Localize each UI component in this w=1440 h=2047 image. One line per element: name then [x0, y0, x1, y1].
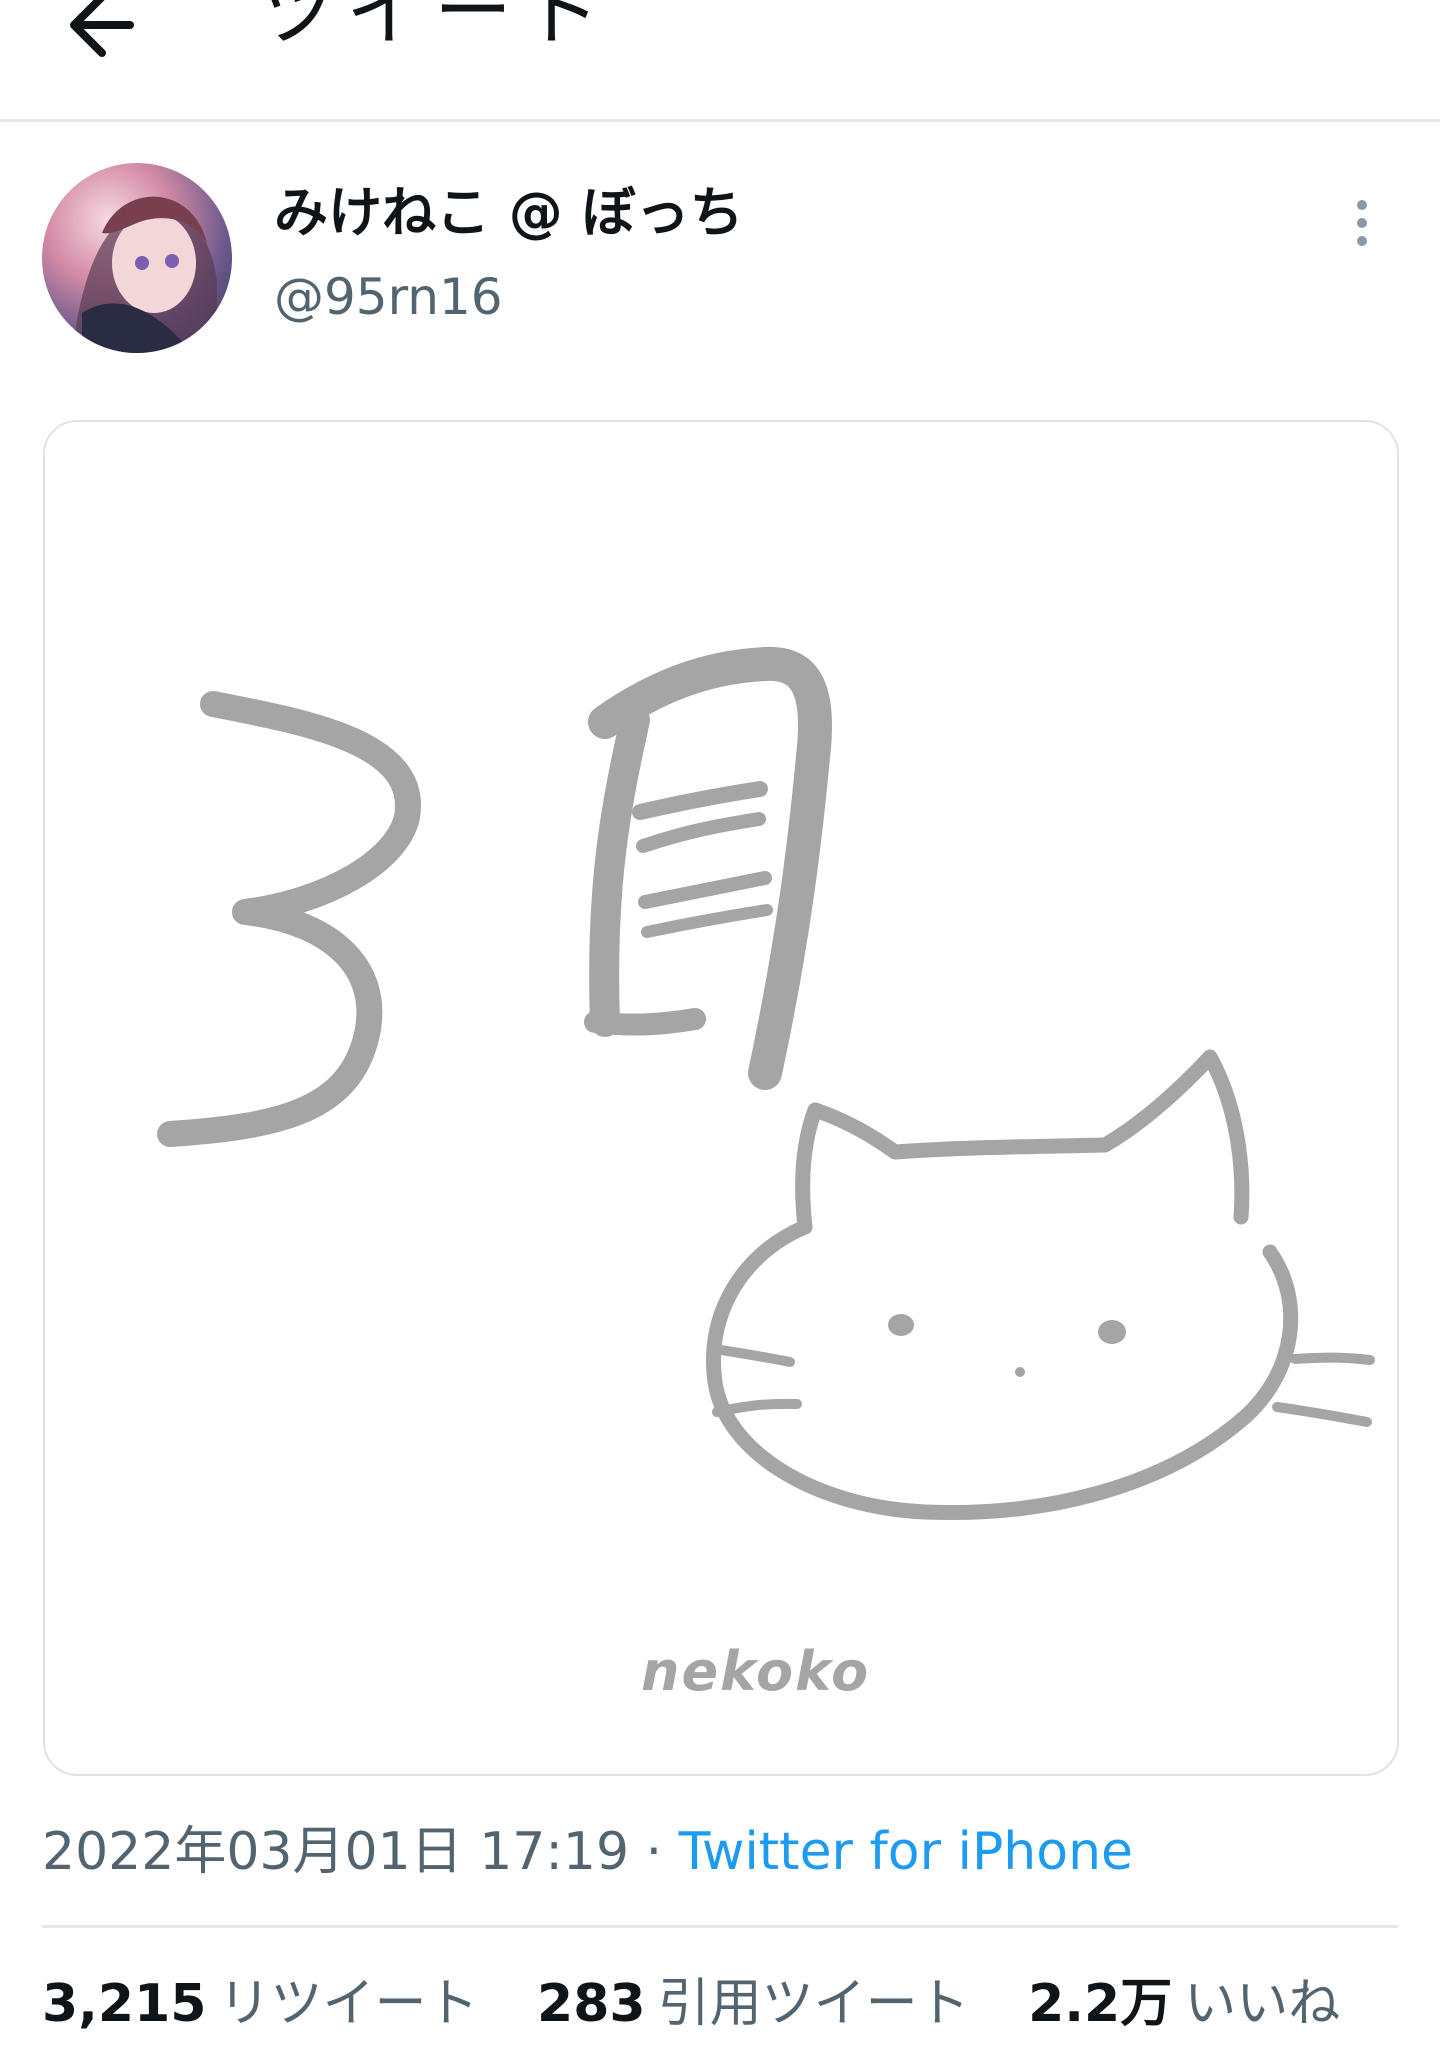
likes-stat[interactable]: 2.2万 いいね — [1028, 1972, 1340, 2036]
cat-face-drawing — [706, 1049, 1375, 1520]
quotes-stat[interactable]: 283 引用ツイート — [537, 1972, 970, 2036]
divider — [42, 1925, 1398, 1928]
quotes-count: 283 — [537, 1974, 646, 2034]
avatar-illustration — [72, 196, 217, 353]
image-watermark: nekoko — [641, 1640, 871, 1703]
tweet-author: みけねこ @ ぼっち @95rn16 — [42, 163, 1402, 353]
more-vertical-icon — [1357, 200, 1367, 246]
tweet-stats: 3,215 リツイート 283 引用ツイート 2.2万 いいね — [42, 1972, 1382, 2036]
retweets-count: 3,215 — [42, 1974, 207, 2034]
display-name[interactable]: みけねこ @ ぼっち — [274, 181, 744, 245]
user-handle[interactable]: @95rn16 — [274, 267, 503, 327]
retweets-label: リツイート — [218, 1974, 479, 2034]
cat-eye-left — [888, 1314, 914, 1336]
quotes-label: 引用ツイート — [657, 1974, 970, 2034]
avatar[interactable] — [42, 163, 232, 353]
meta-separator: · — [645, 1822, 663, 1882]
tweet-source-link[interactable]: Twitter for iPhone — [679, 1822, 1133, 1882]
likes-count: 2.2万 — [1028, 1974, 1173, 2034]
arrow-left-icon — [70, 0, 134, 57]
top-bar: ツイート — [0, 0, 1440, 122]
tweet-meta: 2022年03月01日 17:19 · Twitter for iPhone — [42, 1820, 1133, 1884]
hand-drawn-image — [157, 646, 1375, 1520]
retweets-stat[interactable]: 3,215 リツイート — [42, 1972, 479, 2036]
likes-label: いいね — [1184, 1974, 1341, 2034]
page-title: ツイート — [258, 0, 611, 57]
drawn-number-three — [157, 691, 421, 1147]
tweet-image[interactable]: nekoko — [43, 420, 1399, 1776]
cat-eye-right — [1098, 1320, 1126, 1344]
back-button[interactable] — [58, 0, 168, 70]
more-options-button[interactable] — [1342, 193, 1382, 253]
tweet-timestamp[interactable]: 2022年03月01日 17:19 — [42, 1822, 629, 1882]
